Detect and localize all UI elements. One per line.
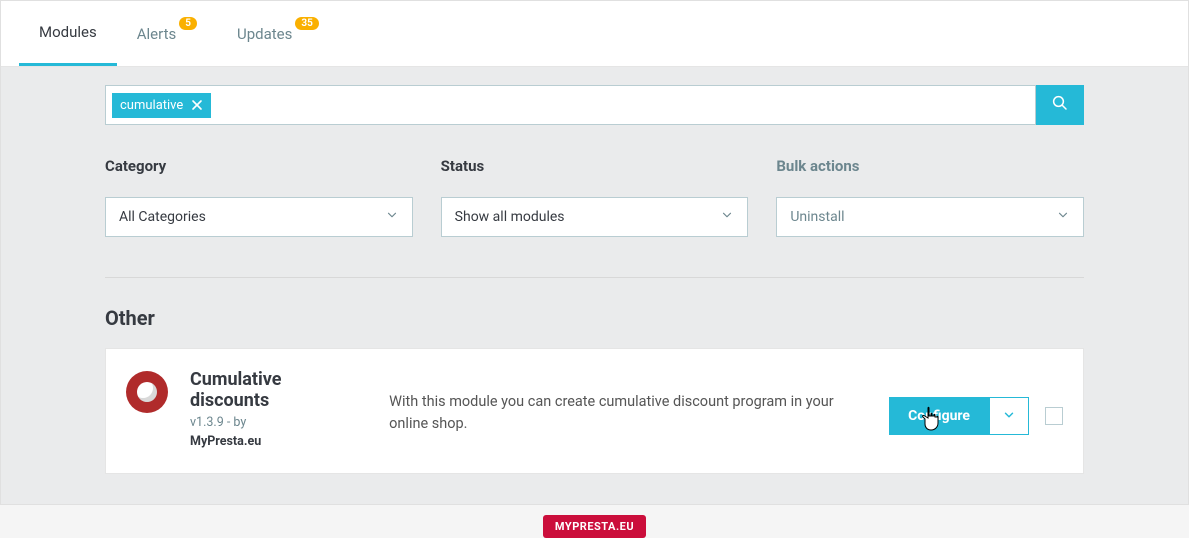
tab-alerts[interactable]: Alerts 5	[117, 1, 217, 66]
tab-modules-label: Modules	[39, 23, 97, 41]
tab-alerts-badge: 5	[179, 17, 197, 30]
configure-label: Configure	[908, 408, 970, 424]
content-area: cumulative Category All Categories	[1, 85, 1188, 474]
tab-alerts-label: Alerts	[137, 25, 177, 43]
tabs-bar: Modules Alerts 5 Updates 35	[1, 1, 1188, 67]
module-icon-inner	[137, 382, 157, 402]
status-label: Status	[441, 157, 749, 175]
search-button[interactable]	[1036, 85, 1084, 125]
configure-dropdown-toggle[interactable]	[989, 397, 1029, 435]
section-title: Other	[105, 306, 1084, 330]
page-container: Modules Alerts 5 Updates 35 cumulative	[0, 0, 1189, 505]
tab-modules[interactable]: Modules	[19, 1, 117, 66]
chevron-down-icon	[1002, 407, 1016, 426]
configure-button[interactable]: Configure	[889, 397, 989, 435]
module-description: With this module you can create cumulati…	[389, 391, 859, 449]
bulk-value: Uninstall	[790, 209, 844, 225]
module-title: Cumulative discounts	[190, 369, 359, 411]
filter-category: Category All Categories	[105, 157, 413, 237]
search-row: cumulative	[105, 85, 1084, 125]
filter-status: Status Show all modules	[441, 157, 749, 237]
filters-row: Category All Categories Status Show all …	[105, 157, 1084, 278]
footer-badge: MYPRESTA.EU	[543, 515, 646, 538]
card-actions: Configure	[889, 383, 1063, 449]
category-value: All Categories	[119, 209, 206, 225]
bulk-select[interactable]: Uninstall	[776, 197, 1084, 237]
bulk-label: Bulk actions	[776, 157, 1084, 175]
module-card: Cumulative discounts v1.3.9 - by MyPrest…	[105, 348, 1084, 474]
status-select[interactable]: Show all modules	[441, 197, 749, 237]
tab-updates[interactable]: Updates 35	[217, 1, 339, 66]
module-meta: Cumulative discounts v1.3.9 - by MyPrest…	[190, 369, 359, 449]
module-body: Cumulative discounts v1.3.9 - by MyPrest…	[190, 369, 1063, 449]
status-value: Show all modules	[455, 209, 565, 225]
search-chip-label: cumulative	[120, 98, 183, 113]
category-label: Category	[105, 157, 413, 175]
category-select[interactable]: All Categories	[105, 197, 413, 237]
filter-bulk: Bulk actions Uninstall	[776, 157, 1084, 237]
module-icon	[126, 371, 168, 413]
chevron-down-icon	[385, 208, 399, 226]
footer: MYPRESTA.EU	[0, 515, 1189, 538]
search-chip: cumulative	[112, 93, 211, 118]
module-version: v1.3.9 - by	[190, 415, 359, 430]
search-input[interactable]: cumulative	[105, 85, 1036, 125]
module-checkbox[interactable]	[1045, 407, 1063, 425]
tab-updates-label: Updates	[237, 25, 292, 43]
configure-button-group: Configure	[889, 397, 1029, 435]
tab-updates-badge: 35	[295, 17, 318, 30]
search-icon	[1051, 94, 1069, 116]
chevron-down-icon	[1056, 208, 1070, 226]
module-author: MyPresta.eu	[190, 434, 359, 449]
chip-remove-icon[interactable]	[191, 99, 203, 111]
chevron-down-icon	[720, 208, 734, 226]
